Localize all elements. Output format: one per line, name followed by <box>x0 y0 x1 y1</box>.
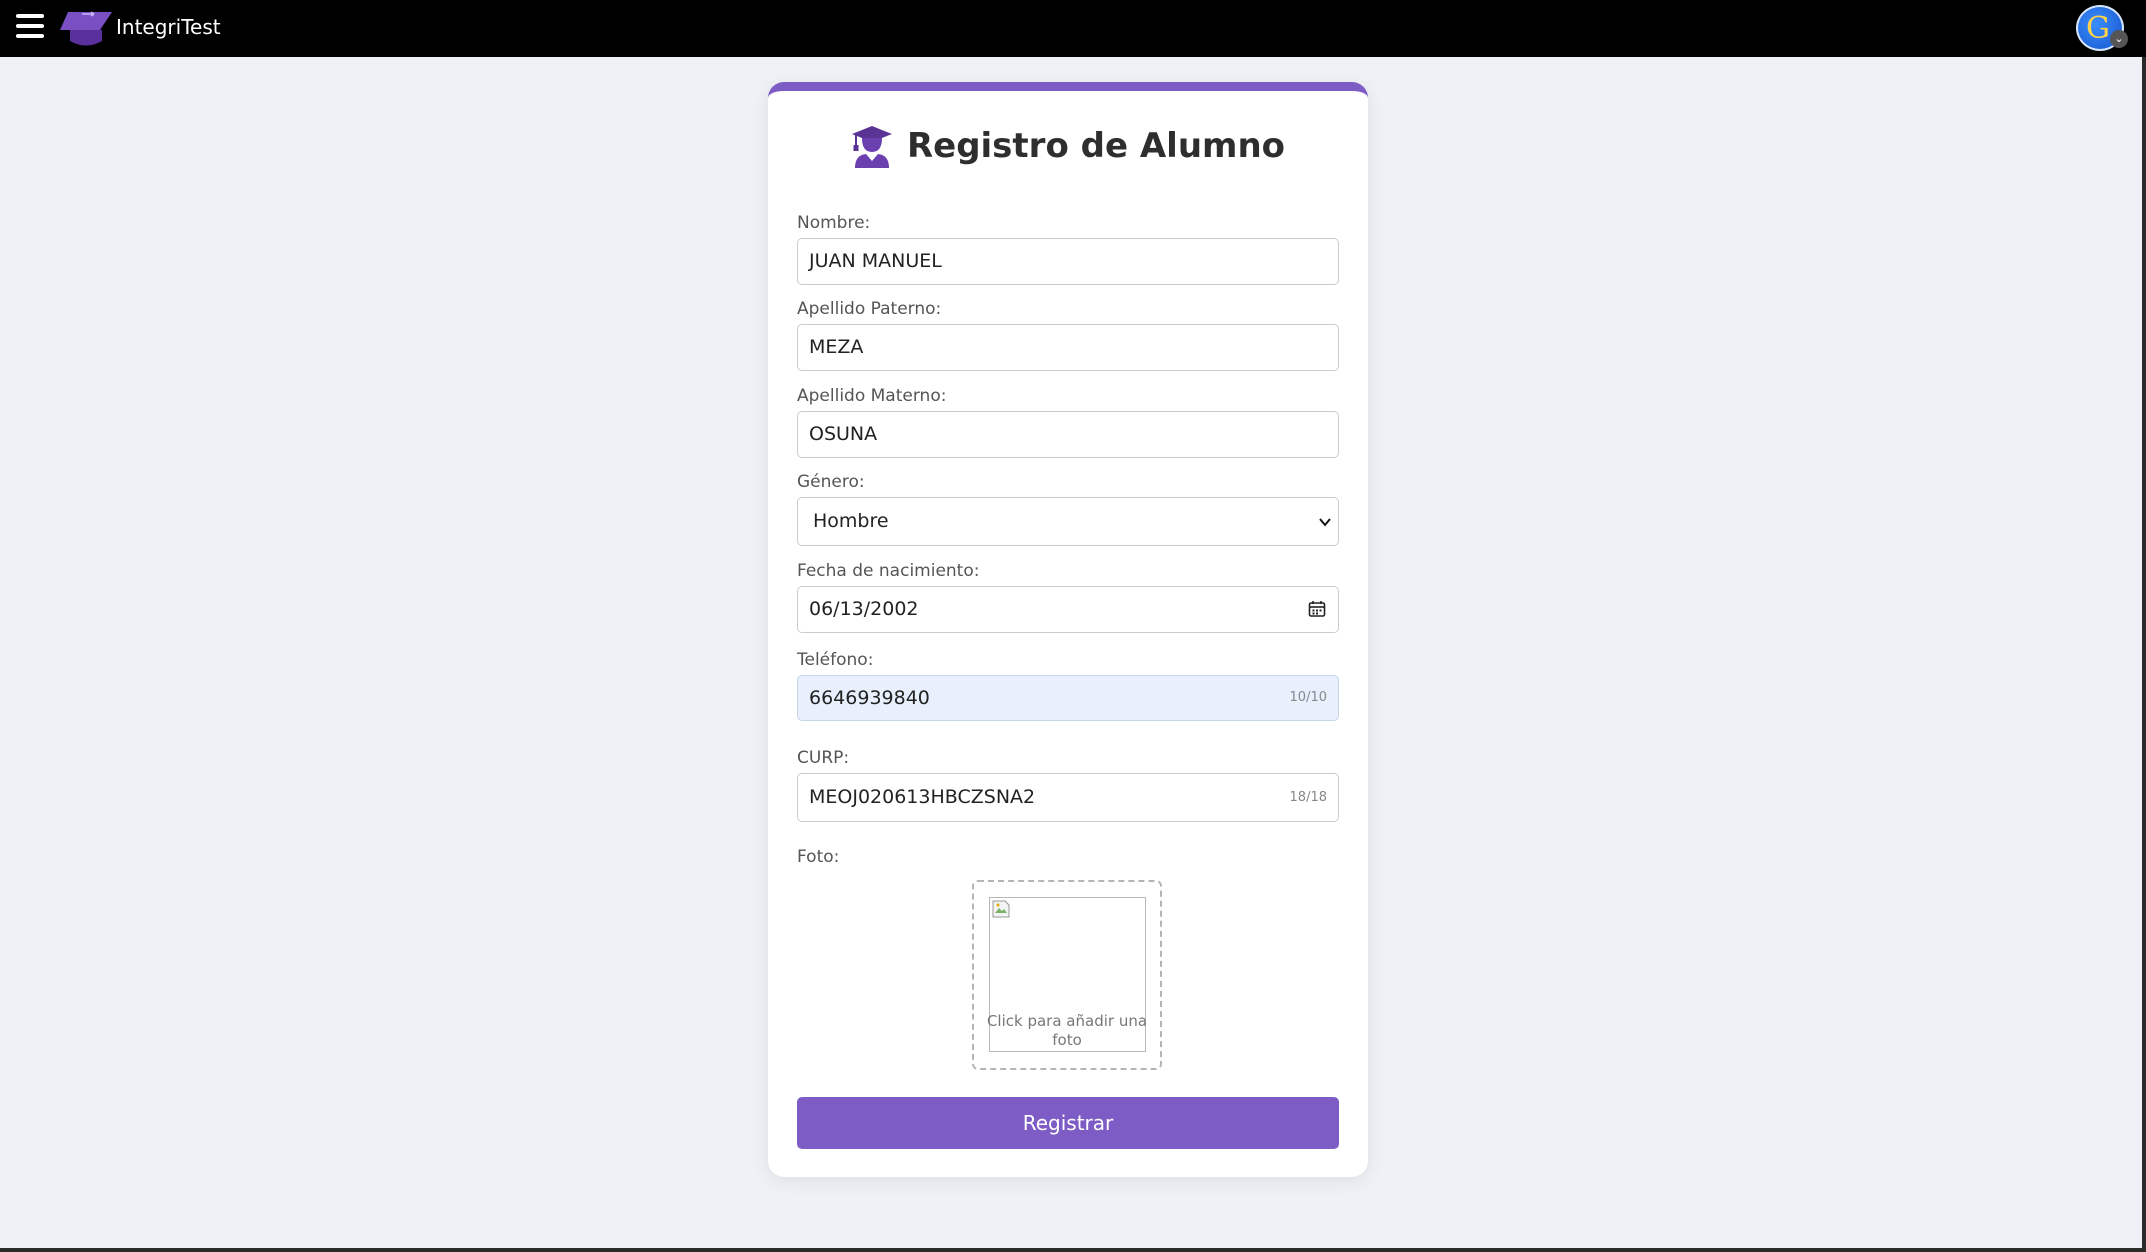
telefono-label: Teléfono: <box>797 650 874 670</box>
apellido-paterno-input[interactable]: MEZA <box>797 324 1339 371</box>
form-header: Registro de Alumno <box>768 121 1368 171</box>
curp-value: MEOJ020613HBCZSNA2 <box>809 786 1036 808</box>
apellido-materno-label: Apellido Materno: <box>797 386 947 406</box>
broken-image-icon <box>992 900 1010 918</box>
telefono-input[interactable]: 6646939840 10/10 <box>797 675 1339 721</box>
page-title: Registro de Alumno <box>906 126 1286 166</box>
nombre-value: JUAN MANUEL <box>809 250 942 272</box>
graduation-cap-icon <box>60 11 112 46</box>
photo-upload-area[interactable]: Click para añadir una foto <box>972 880 1162 1070</box>
foto-label: Foto: <box>797 847 840 867</box>
app-brand-name: IntegriTest <box>116 15 221 39</box>
user-graduate-icon <box>851 126 892 168</box>
chevron-down-icon <box>1319 518 1331 527</box>
telefono-value: 6646939840 <box>809 687 930 709</box>
registrar-button[interactable]: Registrar <box>797 1097 1339 1149</box>
genero-select[interactable]: Hombre <box>797 497 1339 546</box>
nombre-label: Nombre: <box>797 213 871 233</box>
fecha-nacimiento-value: 06/13/2002 <box>809 598 919 620</box>
apellido-paterno-value: MEZA <box>809 336 864 358</box>
apellido-materno-input[interactable]: OSUNA <box>797 411 1339 458</box>
chevron-down-icon[interactable]: ⌄ <box>2110 30 2128 48</box>
nombre-input[interactable]: JUAN MANUEL <box>797 238 1339 285</box>
fecha-nacimiento-label: Fecha de nacimiento: <box>797 561 980 581</box>
apellido-materno-value: OSUNA <box>809 423 878 445</box>
calendar-icon[interactable] <box>1308 600 1326 618</box>
curp-char-counter: 18/18 <box>1289 790 1327 805</box>
genero-value: Hombre <box>813 510 889 532</box>
curp-input[interactable]: MEOJ020613HBCZSNA2 18/18 <box>797 773 1339 822</box>
top-navbar: IntegriTest G ⌄ <box>0 0 2146 57</box>
curp-label: CURP: <box>797 748 850 768</box>
genero-label: Género: <box>797 472 865 492</box>
telefono-char-counter: 10/10 <box>1289 690 1327 705</box>
apellido-paterno-label: Apellido Paterno: <box>797 299 942 319</box>
hamburger-menu-icon[interactable] <box>16 14 44 40</box>
registration-card: Registro de Alumno Nombre: JUAN MANUEL A… <box>768 82 1368 1177</box>
fecha-nacimiento-input[interactable]: 06/13/2002 <box>797 586 1339 633</box>
photo-upload-hint: Click para añadir una foto <box>986 1012 1148 1049</box>
